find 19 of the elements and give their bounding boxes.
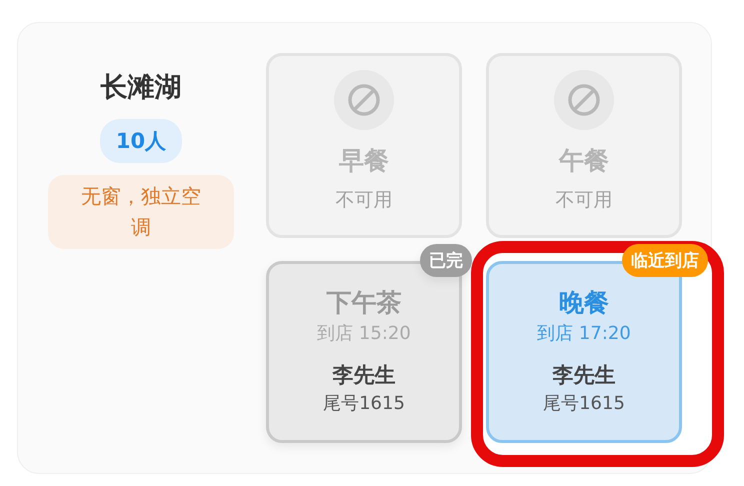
phone-suffix: 尾号1615	[543, 392, 625, 415]
meal-name: 午餐	[559, 145, 609, 177]
arrival-time: 到店 15:20	[317, 322, 411, 345]
guest-name: 李先生	[332, 362, 396, 389]
status-badge: 已完	[420, 244, 472, 277]
slot-status: 不可用	[336, 188, 392, 213]
guest-name: 李先生	[552, 362, 616, 389]
room-note-tag: 无窗，独立空调	[48, 175, 234, 249]
prohibited-icon	[554, 70, 614, 130]
meal-name: 下午茶	[326, 287, 402, 319]
prohibited-icon	[334, 70, 394, 130]
slot-status: 不可用	[556, 188, 612, 213]
phone-suffix: 尾号1615	[323, 392, 405, 415]
room-name: 长滩湖	[100, 71, 182, 105]
meal-name: 早餐	[339, 145, 389, 177]
capacity-tag: 10人	[100, 119, 182, 163]
arrival-time: 到店 17:20	[537, 322, 631, 345]
meal-name: 晚餐	[559, 287, 609, 319]
status-badge: 临近到店	[622, 244, 708, 277]
